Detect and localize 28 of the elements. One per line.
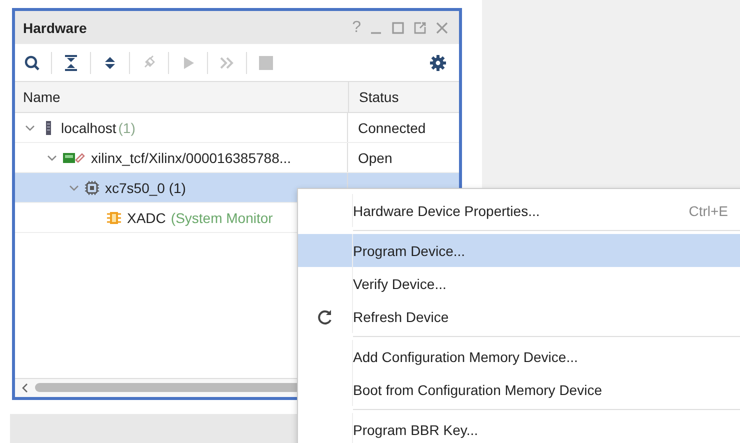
collapse-all-icon[interactable] (62, 54, 80, 72)
tree-item-label: localhost (61, 120, 116, 136)
tree-item-label: xilinx_tcf/Xilinx/000016385788... (91, 150, 292, 166)
menu-item[interactable]: Program Device... (298, 234, 740, 267)
close-icon[interactable] (435, 20, 449, 34)
refresh-icon (317, 308, 333, 324)
chevron-icon[interactable] (25, 122, 35, 132)
monitor-core-icon (106, 210, 122, 226)
tree-row[interactable]: localhost(1) Connected (15, 113, 459, 143)
float-icon[interactable] (413, 20, 427, 34)
item-description: (System Monitor (170, 210, 273, 226)
search-icon[interactable] (23, 54, 41, 72)
status-cell: Open (358, 150, 392, 166)
chevron-icon[interactable] (69, 182, 79, 192)
maximize-icon[interactable] (391, 20, 405, 34)
shortcut-label: Ctrl+E (688, 202, 728, 218)
tree-item-label: xc7s50_0 (1) (105, 180, 186, 196)
chip-icon (84, 180, 100, 196)
column-header[interactable]: Name (15, 82, 349, 112)
status-cell: Connected (358, 120, 426, 136)
item-count: (1) (118, 120, 136, 136)
settings-icon[interactable] (429, 54, 447, 72)
scroll-left-icon[interactable] (21, 382, 29, 393)
column-header[interactable]: Status (349, 89, 399, 105)
menu-item[interactable]: Program BBR Key... (298, 413, 740, 443)
tree-item-label: XADC (127, 210, 166, 226)
panel-title: Hardware (23, 20, 88, 36)
chevron-icon[interactable] (47, 152, 57, 162)
